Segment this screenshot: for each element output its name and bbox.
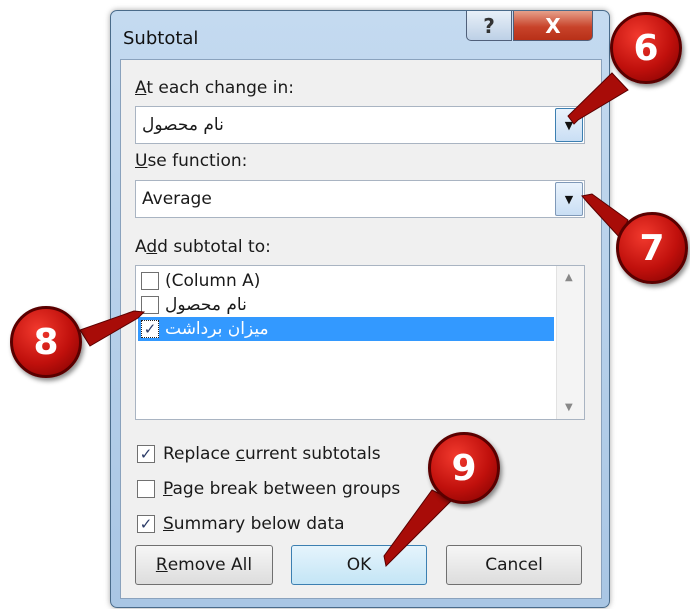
callout-arrows	[79, 72, 629, 568]
arrow-6	[567, 72, 629, 125]
callout-7: 7	[616, 212, 688, 284]
arrow-9	[383, 489, 453, 568]
callout-6: 6	[610, 12, 682, 84]
callout-8: 8	[10, 306, 82, 378]
arrow-8	[79, 310, 146, 347]
callout-9: 9	[428, 432, 500, 504]
